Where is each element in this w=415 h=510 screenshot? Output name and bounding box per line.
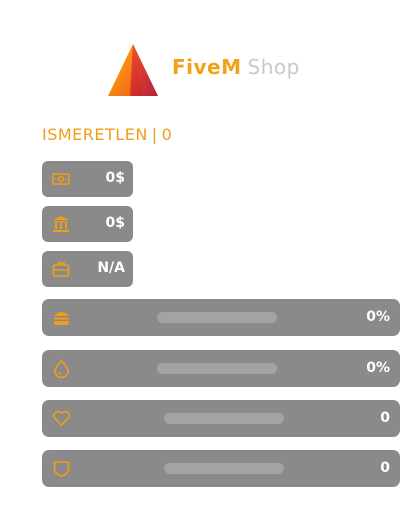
identity-separator: | bbox=[151, 125, 158, 144]
cash-icon bbox=[52, 173, 70, 185]
player-identity: ISMERETLEN | 0 bbox=[42, 125, 172, 144]
armor-value: 0 bbox=[380, 460, 390, 476]
hunger-bar: 0% bbox=[42, 299, 400, 336]
cash-value: 0$ bbox=[105, 170, 125, 186]
logo-text: FiveM Shop bbox=[172, 55, 300, 79]
health-value: 0 bbox=[380, 410, 390, 426]
job-value: N/A bbox=[97, 260, 125, 276]
water-drop-icon bbox=[54, 359, 69, 378]
job-pill: N/A bbox=[42, 251, 133, 287]
thirst-value: 0% bbox=[366, 360, 390, 376]
bank-value: 0$ bbox=[105, 215, 125, 231]
player-name: ISMERETLEN bbox=[42, 125, 148, 144]
logo-triangle-icon bbox=[108, 44, 158, 96]
briefcase-icon bbox=[52, 262, 70, 277]
logo-brand: FiveM bbox=[172, 55, 242, 79]
thirst-bar: 0% bbox=[42, 350, 400, 387]
bank-pill: 0$ bbox=[42, 206, 133, 242]
bank-icon bbox=[53, 216, 69, 232]
hunger-value: 0% bbox=[366, 309, 390, 325]
player-id: 0 bbox=[161, 125, 173, 144]
shield-icon bbox=[53, 461, 70, 477]
heart-icon bbox=[53, 410, 70, 426]
cash-pill: 0$ bbox=[42, 161, 133, 197]
health-bar: 0 bbox=[42, 400, 400, 437]
burger-icon bbox=[54, 312, 69, 325]
hunger-track bbox=[157, 312, 277, 323]
armor-bar: 0 bbox=[42, 450, 400, 487]
hud-root: FiveM Shop ISMERETLEN | 0 0$ 0$ N/A 0% 0… bbox=[0, 0, 415, 510]
armor-track bbox=[164, 463, 284, 474]
health-track bbox=[164, 413, 284, 424]
logo: FiveM Shop bbox=[108, 42, 328, 98]
thirst-track bbox=[157, 363, 277, 374]
logo-sub: Shop bbox=[247, 55, 300, 79]
